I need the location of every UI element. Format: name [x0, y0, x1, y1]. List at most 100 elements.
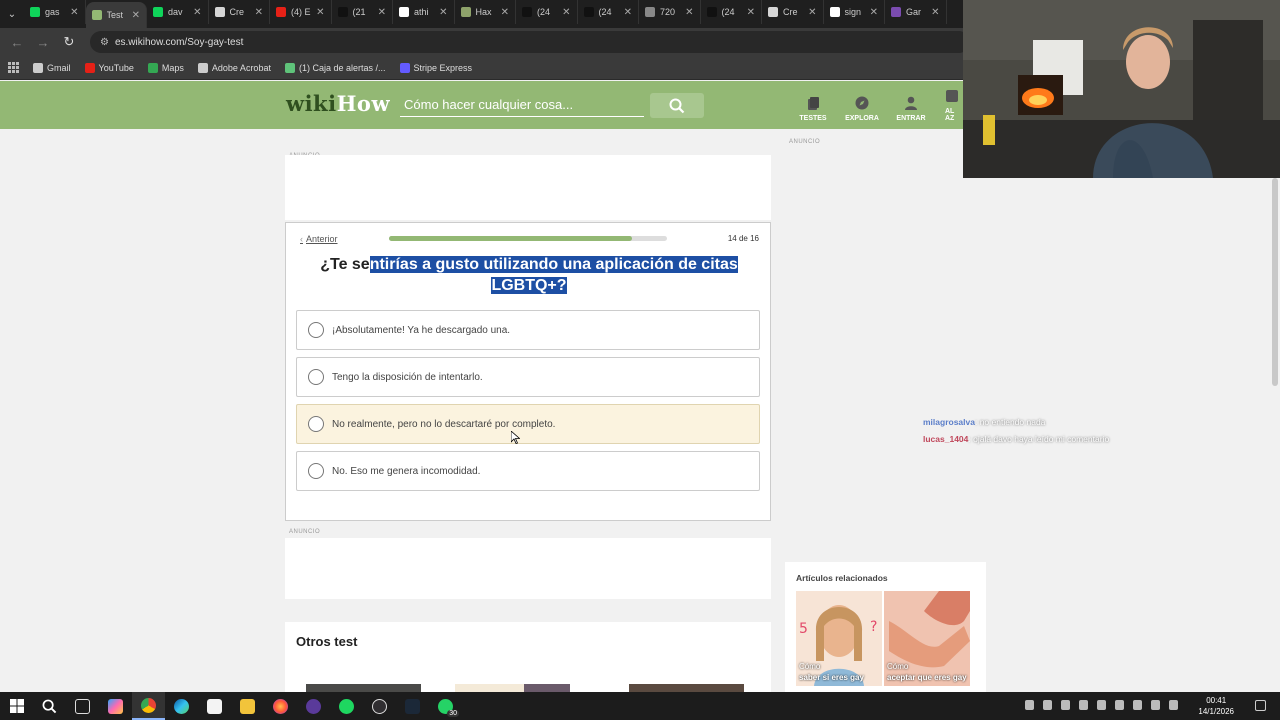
- tab-close-icon[interactable]: ✕: [501, 7, 509, 18]
- answer-option-4[interactable]: No. Eso me genera incomodidad.: [296, 451, 760, 491]
- browser-tab[interactable]: Cre ✕: [762, 0, 824, 24]
- page-scrollbar[interactable]: [1270, 178, 1280, 692]
- tray-app-icon[interactable]: [1061, 700, 1070, 710]
- tab-close-icon[interactable]: ✕: [931, 7, 939, 18]
- browser-tab[interactable]: (21 ✕: [332, 0, 393, 24]
- site-info-icon[interactable]: ⚙: [100, 37, 109, 48]
- taskbar-clock[interactable]: 00:41 14/1/2026: [1198, 695, 1234, 717]
- tab-close-icon[interactable]: ✕: [439, 7, 447, 18]
- edge-taskbar-button[interactable]: [165, 692, 198, 720]
- reload-button[interactable]: ↻: [58, 31, 80, 53]
- test-thumbnail[interactable]: [629, 684, 744, 692]
- system-tray[interactable]: [1025, 700, 1178, 710]
- steam-taskbar-button[interactable]: [396, 692, 429, 720]
- store-taskbar-button[interactable]: [198, 692, 231, 720]
- nav-entrar[interactable]: ENTRAR: [887, 81, 935, 129]
- tray-chevron-icon[interactable]: [1025, 700, 1034, 710]
- tab-close-icon[interactable]: ✕: [870, 7, 878, 18]
- nav-testes[interactable]: TESTES: [789, 81, 837, 129]
- search-input[interactable]: Cómo hacer cualquier cosa...: [400, 93, 644, 117]
- browser-tab[interactable]: gas ✕: [24, 0, 86, 24]
- copilot-button[interactable]: [99, 692, 132, 720]
- related-card-2[interactable]: Cómo aceptar que eres gay: [884, 591, 970, 686]
- browser-tab[interactable]: sign ✕: [824, 0, 885, 24]
- browser-tab[interactable]: 720 ✕: [639, 0, 701, 24]
- tab-close-icon[interactable]: ✕: [193, 7, 201, 18]
- answer-option-1[interactable]: ¡Absolutamente! Ya he descargado una.: [296, 310, 760, 350]
- browser-tab[interactable]: (24 ✕: [578, 0, 639, 24]
- address-bar[interactable]: ⚙ es.wikihow.com/Soy-gay-test: [90, 31, 970, 53]
- tab-search-button[interactable]: ⌄: [0, 3, 24, 25]
- radio-button[interactable]: [308, 369, 324, 385]
- tab-favicon-icon: [768, 7, 778, 17]
- tab-close-icon[interactable]: ✕: [378, 7, 386, 18]
- chrome-taskbar-button[interactable]: [132, 692, 165, 720]
- obs-taskbar-button[interactable]: [363, 692, 396, 720]
- app-taskbar-button[interactable]: [297, 692, 330, 720]
- browser-tab[interactable]: dav ✕: [147, 0, 209, 24]
- tab-close-icon[interactable]: ✕: [70, 7, 78, 18]
- network-icon[interactable]: [1133, 700, 1142, 710]
- bookmark-item[interactable]: Gmail: [33, 62, 71, 73]
- start-button[interactable]: [0, 692, 33, 720]
- radio-button[interactable]: [308, 463, 324, 479]
- taskbar-search-button[interactable]: [33, 692, 66, 720]
- explorer-taskbar-button[interactable]: [231, 692, 264, 720]
- test-thumbnail[interactable]: [306, 684, 421, 692]
- tab-close-icon[interactable]: ✕: [132, 10, 140, 21]
- previous-link[interactable]: ‹ Anterior: [300, 234, 338, 244]
- firefox-taskbar-button[interactable]: [264, 692, 297, 720]
- ad-slot-middle: [285, 538, 771, 599]
- tab-close-icon[interactable]: ✕: [747, 7, 755, 18]
- browser-tab[interactable]: Hax ✕: [455, 0, 516, 24]
- notifications-icon[interactable]: [1255, 700, 1266, 711]
- tab-close-icon[interactable]: ✕: [255, 7, 263, 18]
- bookmark-item[interactable]: Stripe Express: [399, 62, 472, 73]
- answer-option-3[interactable]: No realmente, pero no lo descartaré por …: [296, 404, 760, 444]
- browser-tab[interactable]: Gar ✕: [885, 0, 947, 24]
- tab-close-icon[interactable]: ✕: [562, 7, 570, 18]
- nav-explora[interactable]: EXPLORA: [838, 81, 886, 129]
- whatsapp-taskbar-button[interactable]: 30: [429, 692, 462, 720]
- tray-app-icon[interactable]: [1097, 700, 1106, 710]
- nav-al-azar[interactable]: AL AZ: [935, 81, 963, 129]
- bookmark-item[interactable]: Maps: [147, 62, 184, 73]
- tray-app-icon[interactable]: [1115, 700, 1124, 710]
- previous-label: Anterior: [306, 234, 338, 244]
- related-card-1[interactable]: 5 ? Cómo saber si eres gay: [796, 591, 882, 686]
- browser-tab[interactable]: (4) E ✕: [270, 0, 332, 24]
- spotify-taskbar-button[interactable]: [330, 692, 363, 720]
- browser-tab[interactable]: (24 ✕: [701, 0, 762, 24]
- back-button[interactable]: ←: [6, 31, 28, 53]
- tray-app-icon[interactable]: [1079, 700, 1088, 710]
- apps-grid-icon[interactable]: [8, 62, 19, 73]
- battery-icon[interactable]: [1169, 700, 1178, 710]
- bookmark-item[interactable]: YouTube: [84, 62, 134, 73]
- radio-button[interactable]: [308, 416, 324, 432]
- browser-tab[interactable]: Cre ✕: [209, 0, 270, 24]
- tab-favicon-icon: [706, 7, 717, 17]
- tab-title: Gar: [906, 7, 922, 17]
- radio-button[interactable]: [308, 322, 324, 338]
- search-button[interactable]: [650, 93, 704, 118]
- volume-icon[interactable]: [1151, 700, 1160, 710]
- forward-button[interactable]: →: [32, 31, 54, 53]
- tab-close-icon[interactable]: ✕: [685, 7, 693, 18]
- browser-tab[interactable]: (24 ✕: [516, 0, 578, 24]
- tab-close-icon[interactable]: ✕: [624, 7, 632, 18]
- task-view-icon: [75, 698, 90, 714]
- svg-text:?: ?: [870, 619, 877, 635]
- browser-tab[interactable]: Test ✕: [85, 2, 147, 28]
- test-thumbnail[interactable]: [455, 684, 570, 692]
- bookmark-item[interactable]: (1) Caja de alertas /...: [284, 62, 386, 73]
- wikihow-logo[interactable]: wikiHow: [286, 91, 390, 116]
- scrollbar-thumb[interactable]: [1272, 178, 1278, 386]
- task-view-button[interactable]: [66, 692, 99, 720]
- answer-option-2[interactable]: Tengo la disposición de intentarlo.: [296, 357, 760, 397]
- tab-close-icon[interactable]: ✕: [808, 7, 816, 18]
- browser-tab[interactable]: athi ✕: [393, 0, 455, 24]
- tab-close-icon[interactable]: ✕: [316, 7, 324, 18]
- bookmark-item[interactable]: Adobe Acrobat: [197, 62, 271, 73]
- tray-app-icon[interactable]: [1043, 700, 1052, 710]
- tab-favicon-icon: [276, 7, 286, 17]
